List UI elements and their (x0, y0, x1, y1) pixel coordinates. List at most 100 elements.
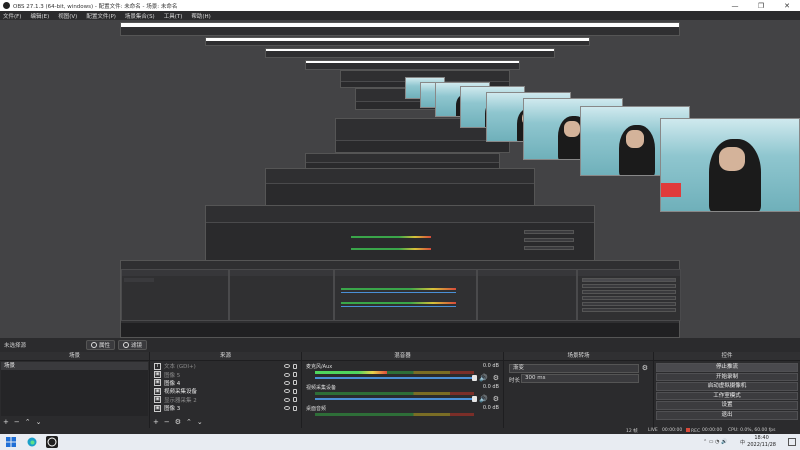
add-scene-button[interactable]: + (3, 418, 9, 426)
gear-icon[interactable]: ⚙ (493, 395, 499, 403)
eye-icon[interactable] (284, 406, 290, 411)
channel-db: 0.0 dB (482, 384, 499, 390)
remove-scene-button[interactable]: − (14, 418, 20, 426)
notification-icon[interactable] (788, 438, 796, 446)
menu-file[interactable]: 文件(F) (3, 12, 21, 20)
scenes-list[interactable]: 场景 (1, 362, 148, 416)
properties-button[interactable]: 属性 (86, 340, 116, 350)
ime-indicator[interactable]: 中 (740, 439, 745, 446)
gear-icon (91, 342, 97, 348)
nested-window-5 (305, 60, 520, 70)
gear-icon[interactable]: ⚙ (493, 374, 499, 382)
volume-slider[interactable] (315, 375, 477, 381)
obs-taskbar-icon[interactable] (46, 436, 58, 448)
maximize-button[interactable]: ❐ (748, 0, 774, 11)
stop-streaming-button[interactable]: 停止推流 (656, 363, 798, 372)
edge-browser-icon[interactable] (27, 437, 37, 447)
nested-obs-window (120, 260, 681, 338)
menu-scene-collection[interactable]: 场景集合(S) (125, 12, 155, 20)
mixer-header: 混音器 (302, 352, 503, 361)
lock-icon[interactable] (293, 372, 297, 378)
scene-item[interactable]: 场景 (1, 362, 148, 370)
transition-type-select[interactable]: 渐变 (509, 364, 639, 373)
eye-icon[interactable] (284, 364, 290, 369)
lock-icon[interactable] (293, 363, 297, 369)
move-down-icon[interactable]: ⌄ (36, 418, 42, 426)
rec-time: 00:00:00 (702, 428, 723, 433)
windows-taskbar: ⌃ ▭ ◔ 🔊 中 18:40 2022/11/28 (0, 434, 800, 450)
preview-canvas[interactable] (0, 20, 800, 338)
move-up-icon[interactable]: ⌃ (25, 418, 31, 426)
source-item[interactable]: ▣ 图像 5 (151, 370, 300, 379)
live-label: LIVE (648, 428, 658, 433)
image-icon: ▣ (154, 371, 161, 379)
mixer-channel: 桌面音频 0.0 dB (303, 404, 502, 425)
menu-tools[interactable]: 工具(T) (164, 12, 183, 20)
start-recording-button[interactable]: 开始录制 (656, 372, 798, 382)
audio-mixer-panel: 混音器 麦克风/Aux 0.0 dB 🔊 ⚙ 视频采集设备 0.0 dB 🔊 ⚙… (302, 352, 504, 428)
source-item[interactable]: T 文本 (GDI+) (151, 362, 300, 370)
cpu-usage: CPU: 0.0%, 60.00 fps (728, 428, 776, 433)
system-tray-icons[interactable]: ⌃ ▭ ◔ 🔊 (703, 439, 727, 445)
windows-start-icon[interactable] (6, 437, 16, 447)
source-item[interactable]: ▣ 视频采集设备 (151, 387, 300, 395)
gear-icon[interactable]: ⚙ (642, 364, 648, 372)
window-title: OBS 27.1.3 (64-bit, windows) - 配置文件: 未命名… (13, 3, 178, 10)
speaker-icon[interactable]: 🔊 (479, 395, 488, 403)
image-icon: ▣ (154, 379, 161, 387)
channel-db: 0.0 dB (482, 405, 499, 411)
sources-list[interactable]: T 文本 (GDI+) ▣ 图像 5 ▣ 图像 4 ▣ 视频采集设备 ▣ 显示器采集 2 … (151, 362, 300, 416)
obs-logo-icon (3, 2, 10, 9)
move-down-icon[interactable]: ⌄ (197, 418, 203, 426)
scene-transitions-panel: 场景转场 渐变 ⚙ 时长 300 ms (504, 352, 654, 428)
exit-button[interactable]: 退出 (656, 410, 798, 420)
start-virtual-camera-button[interactable]: 启动虚拟摄像机 (656, 382, 798, 391)
scenes-header: 场景 (0, 352, 149, 361)
controls-header: 控件 (654, 352, 800, 361)
source-toolbar: 未选择源 属性 滤镜 (0, 338, 800, 352)
studio-mode-button[interactable]: 工作室模式 (656, 391, 798, 401)
slider-knob[interactable] (472, 396, 477, 402)
volume-slider[interactable] (315, 396, 477, 402)
minimize-button[interactable]: — (722, 0, 748, 11)
lock-icon[interactable] (293, 380, 297, 386)
level-meter (315, 392, 474, 395)
taskbar-clock[interactable]: 18:40 2022/11/28 (747, 435, 776, 448)
remove-source-button[interactable]: − (164, 418, 170, 426)
duration-input[interactable]: 300 ms (521, 374, 639, 383)
menu-view[interactable]: 视图(V) (58, 12, 77, 20)
transitions-header: 场景转场 (504, 352, 653, 361)
move-up-icon[interactable]: ⌃ (186, 418, 192, 426)
eye-icon[interactable] (284, 372, 290, 377)
record-dot-icon (686, 428, 690, 432)
menu-profile[interactable]: 配置文件(P) (86, 12, 116, 20)
source-item[interactable]: ▣ 显示器采集 2 (151, 396, 300, 404)
live-time: 00:00:00 (662, 428, 683, 433)
menu-edit[interactable]: 编辑(E) (30, 12, 49, 20)
channel-db: 0.0 dB (482, 363, 499, 369)
eye-icon[interactable] (284, 397, 290, 402)
nested-window-8 (120, 22, 680, 36)
channel-name: 视频采集设备 (306, 385, 337, 391)
menu-help[interactable]: 帮助(H) (191, 12, 210, 20)
eye-icon[interactable] (284, 380, 290, 385)
filters-button[interactable]: 滤镜 (118, 340, 148, 350)
lock-icon[interactable] (293, 405, 297, 411)
menu-bar: 文件(F) 编辑(E) 视图(V) 配置文件(P) 场景集合(S) 工具(T) … (0, 11, 800, 20)
source-item[interactable]: ▣ 图像 4 (151, 379, 300, 387)
source-item[interactable]: ▣ 图像 3 (151, 404, 300, 412)
lock-icon[interactable] (293, 397, 297, 403)
slider-knob[interactable] (472, 375, 477, 381)
speaker-icon[interactable]: 🔊 (479, 374, 488, 382)
nested-window-7 (205, 37, 590, 46)
add-source-button[interactable]: + (153, 418, 159, 426)
eye-icon[interactable] (284, 389, 290, 394)
source-settings-icon[interactable]: ⚙ (175, 418, 181, 426)
lock-icon[interactable] (293, 388, 297, 394)
nested-window-6 (265, 48, 555, 58)
duration-label: 时长 (509, 378, 521, 384)
close-button[interactable]: ✕ (774, 0, 800, 11)
sources-header: 来源 (150, 352, 301, 361)
filter-icon (123, 342, 130, 348)
settings-button[interactable]: 设置 (656, 401, 798, 410)
